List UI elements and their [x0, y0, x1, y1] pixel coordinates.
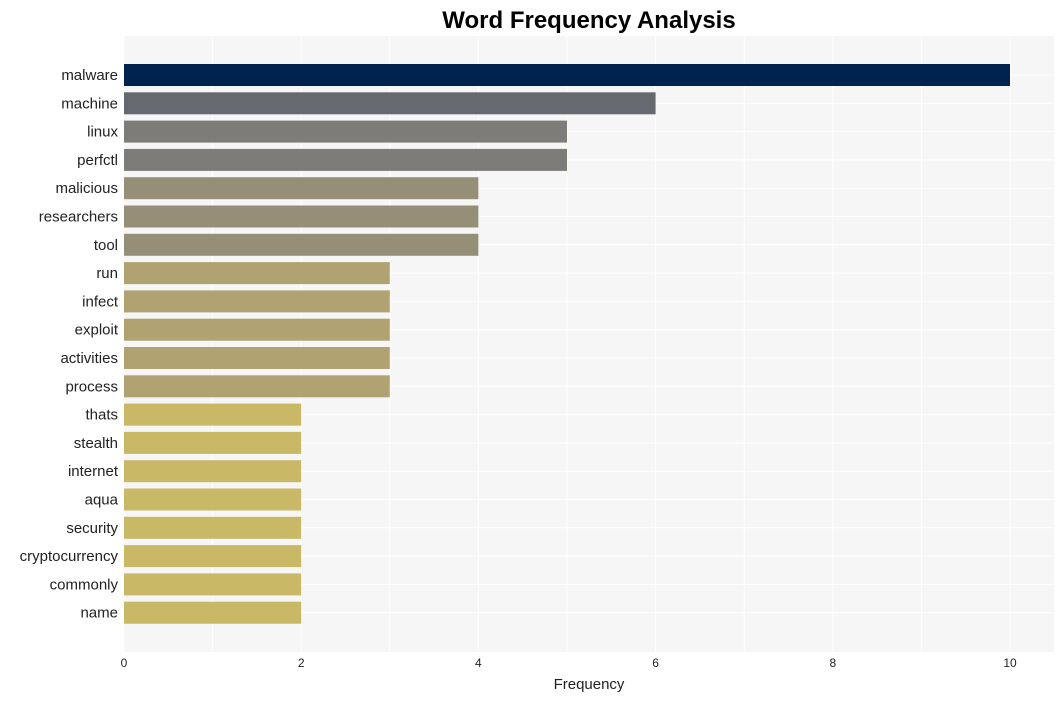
- y-tick-label-researchers: researchers: [39, 209, 118, 226]
- x-axis-ticks: 0 2 4 6 8 10: [121, 656, 1017, 670]
- x-axis-label: Frequency: [554, 676, 625, 693]
- y-tick-label-infect: infect: [82, 293, 119, 310]
- bar-researchers: [124, 205, 479, 228]
- bar-exploit: [124, 318, 390, 341]
- y-tick-label-security: security: [66, 520, 118, 537]
- bar-name: [124, 601, 302, 624]
- bar-thats: [124, 403, 302, 426]
- y-tick-label-malware: malware: [61, 67, 118, 84]
- bar-process: [124, 375, 390, 398]
- bar-stealth: [124, 431, 302, 454]
- y-tick-label-stealth: stealth: [74, 435, 118, 452]
- y-tick-label-commonly: commonly: [50, 576, 119, 593]
- x-tick-label-6: 6: [652, 656, 659, 670]
- x-tick-label-0: 0: [121, 656, 128, 670]
- y-tick-label-cryptocurrency: cryptocurrency: [20, 548, 119, 565]
- bar-run: [124, 262, 390, 285]
- y-tick-label-linux: linux: [87, 124, 118, 141]
- y-tick-label-exploit: exploit: [75, 322, 119, 339]
- x-tick-label-10: 10: [1003, 656, 1017, 670]
- bar-malicious: [124, 177, 479, 200]
- x-tick-label-8: 8: [829, 656, 836, 670]
- x-tick-label-2: 2: [298, 656, 305, 670]
- bar-tool: [124, 233, 479, 256]
- bar-perfctl: [124, 148, 567, 171]
- chart-title: Word Frequency Analysis: [442, 7, 735, 34]
- bar-cryptocurrency: [124, 545, 302, 568]
- x-tick-label-4: 4: [475, 656, 482, 670]
- bar-aqua: [124, 488, 302, 511]
- bar-activities: [124, 347, 390, 369]
- y-tick-label-tool: tool: [94, 237, 118, 254]
- bar-machine: [124, 92, 656, 115]
- y-axis-labels: malware machine linux perfctl malicious resea…: [20, 67, 119, 622]
- y-tick-label-machine: machine: [61, 95, 118, 112]
- bar-malware: [124, 64, 1010, 86]
- y-tick-label-perfctl: perfctl: [77, 152, 118, 169]
- bar-linux: [124, 120, 567, 143]
- y-tick-label-activities: activities: [60, 350, 118, 367]
- bar-security: [124, 516, 302, 539]
- word-frequency-chart: malware machine linux perfctl malicious resea…: [20, 7, 1054, 693]
- bar-infect: [124, 290, 390, 313]
- bar-internet: [124, 460, 302, 483]
- y-tick-label-process: process: [65, 378, 118, 395]
- bar-commonly: [124, 573, 302, 596]
- y-tick-label-name: name: [80, 605, 118, 622]
- y-tick-label-malicious: malicious: [55, 180, 118, 197]
- y-tick-label-run: run: [96, 265, 118, 282]
- y-tick-label-aqua: aqua: [85, 492, 119, 509]
- y-tick-label-internet: internet: [68, 463, 119, 480]
- y-tick-label-thats: thats: [85, 407, 118, 424]
